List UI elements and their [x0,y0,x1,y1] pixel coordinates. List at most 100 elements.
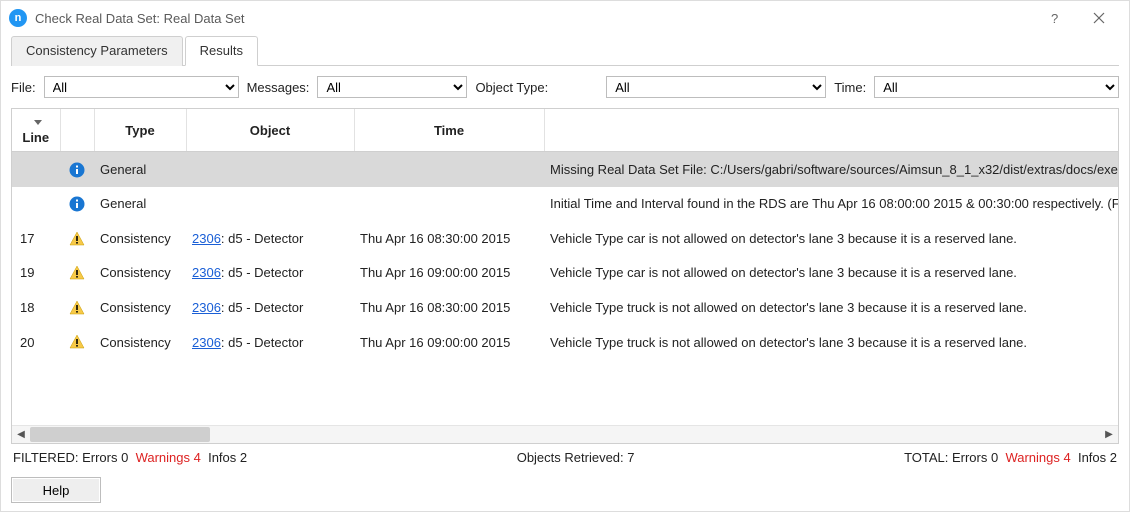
filtered-infos: Infos 2 [208,450,247,465]
cell-object: 2306: d5 - Detector [186,221,354,256]
cell-line: 18 [12,290,60,325]
table-header-row: Line Type Object Time [12,109,1118,152]
scroll-thumb[interactable] [30,427,210,442]
cell-icon [60,290,94,325]
cell-object [186,152,354,187]
col-line[interactable]: Line [12,109,60,152]
total-errors: TOTAL: Errors 0 [904,450,998,465]
cell-object: 2306: d5 - Detector [186,290,354,325]
col-type[interactable]: Type [94,109,186,152]
table-row[interactable]: General Missing Real Data Set File: C:/Us… [12,152,1118,187]
messages-select[interactable]: All [317,76,467,98]
object-link[interactable]: 2306 [192,265,221,280]
table-row[interactable]: 18Consistency2306: d5 - DetectorThu Apr … [12,290,1118,325]
total-infos: Infos 2 [1078,450,1117,465]
col-object[interactable]: Object [186,109,354,152]
cell-line [12,152,60,187]
results-table-wrap: Line Type Object Time General Missing Rea… [11,108,1119,444]
cell-object [186,187,354,222]
results-table: Line Type Object Time General Missing Rea… [12,109,1118,359]
object-rest: : d5 - Detector [221,335,303,350]
col-message[interactable] [544,109,1118,152]
cell-icon [60,187,94,222]
cell-time: Thu Apr 16 08:30:00 2015 [354,221,544,256]
cell-icon [60,152,94,187]
messages-label: Messages: [247,80,310,95]
titlebar: n Check Real Data Set: Real Data Set ? [1,1,1129,35]
scroll-right-arrow-icon[interactable]: ▶ [1100,426,1118,443]
cell-object: 2306: d5 - Detector [186,256,354,291]
cell-icon [60,325,94,360]
cell-message: Missing Real Data Set File: C:/Users/gab… [544,152,1118,187]
help-hint-button[interactable]: ? [1033,4,1077,32]
time-select[interactable]: All [874,76,1119,98]
cell-message: Vehicle Type truck is not allowed on det… [544,290,1118,325]
total-warnings: Warnings 4 [1005,450,1070,465]
table-row[interactable]: 20Consistency2306: d5 - DetectorThu Apr … [12,325,1118,360]
status-bar: FILTERED: Errors 0 Warnings 4 Infos 2 Ob… [11,444,1119,469]
cell-line [12,187,60,222]
object-type-label: Object Type: [475,80,548,95]
object-rest: : d5 - Detector [221,265,303,280]
object-link[interactable]: 2306 [192,335,221,350]
filtered-errors: FILTERED: Errors 0 [13,450,128,465]
close-icon [1093,12,1105,24]
tab-results[interactable]: Results [185,36,258,66]
cell-type: Consistency [94,290,186,325]
svg-text:?: ? [1051,12,1058,24]
object-link[interactable]: 2306 [192,231,221,246]
scroll-left-arrow-icon[interactable]: ◀ [12,426,30,443]
cell-time: Thu Apr 16 09:00:00 2015 [354,256,544,291]
info-icon [69,196,85,211]
window-title: Check Real Data Set: Real Data Set [35,11,245,26]
cell-message: Vehicle Type car is not allowed on detec… [544,256,1118,291]
cell-message: Vehicle Type truck is not allowed on det… [544,325,1118,360]
cell-line: 17 [12,221,60,256]
tab-consistency-parameters[interactable]: Consistency Parameters [11,36,183,66]
cell-type: Consistency [94,221,186,256]
info-icon [69,161,85,176]
cell-type: General [94,187,186,222]
tabs: Consistency Parameters Results [11,35,1119,66]
cell-icon [60,256,94,291]
object-type-select[interactable]: All [606,76,826,98]
cell-time: Thu Apr 16 08:30:00 2015 [354,290,544,325]
help-button[interactable]: Help [11,477,101,503]
col-time[interactable]: Time [354,109,544,152]
object-rest: : d5 - Detector [221,231,303,246]
cell-type: Consistency [94,325,186,360]
object-rest: : d5 - Detector [221,300,303,315]
cell-icon [60,221,94,256]
file-label: File: [11,80,36,95]
cell-message: Vehicle Type car is not allowed on detec… [544,221,1118,256]
warning-icon [69,230,85,245]
cell-type: General [94,152,186,187]
cell-time: Thu Apr 16 09:00:00 2015 [354,325,544,360]
cell-line: 20 [12,325,60,360]
object-link[interactable]: 2306 [192,300,221,315]
app-icon: n [9,9,27,27]
horizontal-scrollbar[interactable]: ◀ ▶ [12,425,1118,443]
warning-icon [69,265,85,280]
table-row[interactable]: General Initial Time and Interval found i… [12,187,1118,222]
file-select[interactable]: All [44,76,239,98]
sort-indicator-icon [34,120,42,125]
table-row[interactable]: 19Consistency2306: d5 - DetectorThu Apr … [12,256,1118,291]
table-row[interactable]: 17Consistency2306: d5 - DetectorThu Apr … [12,221,1118,256]
close-button[interactable] [1077,4,1121,32]
filtered-warnings: Warnings 4 [136,450,201,465]
cell-type: Consistency [94,256,186,291]
scroll-track[interactable] [30,426,1100,443]
time-label: Time: [834,80,866,95]
col-icon[interactable] [60,109,94,152]
cell-time [354,152,544,187]
cell-line: 19 [12,256,60,291]
cell-object: 2306: d5 - Detector [186,325,354,360]
button-bar: Help [11,469,1119,503]
cell-message: Initial Time and Interval found in the R… [544,187,1118,222]
objects-retrieved: Objects Retrieved: 7 [247,450,904,465]
question-icon: ? [1049,12,1061,24]
cell-time [354,187,544,222]
filter-bar: File: All Messages: All Object Type: All… [11,76,1119,98]
warning-icon [69,334,85,349]
